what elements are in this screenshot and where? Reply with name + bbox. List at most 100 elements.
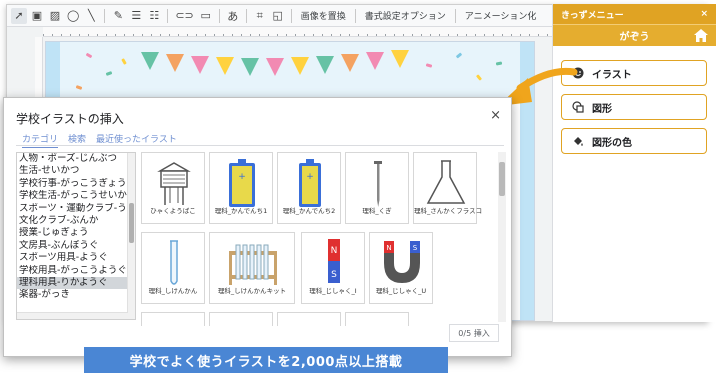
border-weight-icon[interactable]: ☰ xyxy=(128,8,144,24)
u-magnet-icon: N S xyxy=(384,241,420,283)
category-item[interactable]: 文房具-ぶんぼうぐ xyxy=(17,240,128,252)
illustration-card[interactable]: 理科_さんかくフラスコ xyxy=(413,152,482,224)
category-item[interactable]: 学校行事-がっこうぎょうじ xyxy=(17,178,128,190)
toolbar-divider xyxy=(290,8,292,23)
illustration-card[interactable]: 理科_しけんかん xyxy=(141,232,205,304)
link-icon[interactable]: ⊂⊃ xyxy=(173,8,195,24)
svg-text:S: S xyxy=(413,244,418,252)
pen-icon[interactable]: ✎ xyxy=(110,8,126,24)
illustration-card[interactable]: + 理科_かんでんち1 xyxy=(209,152,273,224)
side-panel-subtitle: がぞう xyxy=(619,32,650,43)
battery-icon: + xyxy=(299,159,321,207)
animate-button[interactable]: アニメーション化 xyxy=(461,9,541,22)
screenshot-root: ➚ ▣ ▨ ◯ ╲ ✎ ☰ ☷ ⊂⊃ ▭ あ ⌗ ◱ 画像を置換 書式設定オプシ… xyxy=(0,0,720,380)
category-item[interactable]: 文化クラブ-ぶんか xyxy=(17,215,128,227)
category-item[interactable]: スポーツ・運動クラブ-うん xyxy=(17,203,128,215)
illustration-grid: ひゃくようばこ + 理科_かんでんち1 + 理科_かんでんち2 理科_くぎ 理科… xyxy=(141,152,499,326)
illustration-label: 理科_くぎ xyxy=(362,207,392,215)
crop-icon[interactable]: ⌗ xyxy=(252,8,268,24)
category-item[interactable]: スポーツ用具-ようぐ xyxy=(17,252,128,264)
illustration-card[interactable] xyxy=(345,312,409,326)
category-hscrollbar[interactable] xyxy=(17,312,128,319)
format-options-button[interactable]: 書式設定オプション xyxy=(361,9,450,22)
svg-text:N: N xyxy=(386,244,391,252)
bunting-flag xyxy=(341,54,359,72)
bunting-flag xyxy=(241,58,259,76)
image-icon[interactable]: ▨ xyxy=(47,8,63,24)
category-item[interactable]: 学校用具-がっこうようぐ xyxy=(17,265,128,277)
category-list[interactable]: 人物・ポーズ-じんぶつ 生活-せいかつ 学校行事-がっこうぎょうじ 学校生活-が… xyxy=(16,152,136,320)
select-tool-icon[interactable]: ➚ xyxy=(11,7,27,24)
category-item[interactable]: 生活-せいかつ xyxy=(17,165,128,177)
illustration-label: 理科_じしゃく_U xyxy=(375,287,427,295)
weather-box-icon xyxy=(157,162,191,205)
illustration-card[interactable]: N S 理科_じしゃく_U xyxy=(369,232,433,304)
shapes-button[interactable]: 図形 xyxy=(561,94,707,120)
illustration-card[interactable]: N S 理科_じしゃく_I xyxy=(301,232,365,304)
bunting-flag xyxy=(166,54,184,72)
test-tube-icon xyxy=(170,240,178,285)
insert-illustration-dialog: 学校イラストの挿入 × カテゴリ 検索 最近使ったイラスト 人物・ポーズ-じんぶ… xyxy=(3,97,512,357)
illustration-card[interactable]: + 理科_かんでんち2 xyxy=(277,152,341,224)
bunting-flag xyxy=(316,56,334,74)
line-icon[interactable]: ╲ xyxy=(83,8,99,24)
category-item[interactable]: 授業-じゅぎょう xyxy=(17,227,128,239)
bunting-flag xyxy=(141,52,159,70)
illustration-card[interactable]: ひゃくようばこ xyxy=(141,152,205,224)
border-dash-icon[interactable]: ☷ xyxy=(146,8,162,24)
toolbar-divider xyxy=(454,8,456,23)
illustration-card[interactable] xyxy=(209,312,273,326)
bunting-flag xyxy=(191,56,209,74)
toolbar-divider xyxy=(245,8,247,23)
flask-icon xyxy=(426,160,466,204)
illustration-scrollbar[interactable] xyxy=(498,152,506,322)
illustration-label: 理科_しけんかん xyxy=(148,287,198,295)
dialog-title: 学校イラストの挿入 xyxy=(16,112,124,126)
insert-button[interactable]: 0/5 挿入 xyxy=(449,324,499,342)
illustration-label: 理科_かんでんち2 xyxy=(282,207,336,215)
replace-image-menu[interactable]: 画像を置換 xyxy=(297,9,350,22)
text-style-button[interactable]: あ xyxy=(225,8,241,24)
test-tube-rack-icon xyxy=(229,244,277,285)
illustration-button[interactable]: イラスト xyxy=(561,60,707,86)
illustration-label: 理科_じしゃく_I xyxy=(309,287,357,295)
comment-icon[interactable]: ▭ xyxy=(198,8,214,24)
close-icon[interactable]: × xyxy=(490,108,501,123)
toolbar-divider xyxy=(104,8,106,23)
illustration-card[interactable] xyxy=(277,312,341,326)
illustration-label: 理科_しけんかんキット xyxy=(217,287,287,295)
slide-header-decoration xyxy=(60,42,520,102)
illustration-button-label: イラスト xyxy=(592,69,632,81)
svg-text:N: N xyxy=(331,246,338,256)
illustration-card[interactable]: 理科_しけんかんキット xyxy=(209,232,295,304)
category-item[interactable]: 学校生活-がっこうせいかつ xyxy=(17,190,128,202)
illustration-card[interactable]: 理科_くぎ xyxy=(345,152,409,224)
kids-menu-panel: きっずメニュー × がぞう イラスト 図形 図形の色 xyxy=(552,4,716,322)
close-icon[interactable]: × xyxy=(700,9,708,19)
shape-icon[interactable]: ◯ xyxy=(65,8,81,24)
toolbar-divider xyxy=(218,8,220,23)
horizontal-ruler xyxy=(43,27,552,37)
shape-color-button[interactable]: 図形の色 xyxy=(561,128,707,154)
mask-icon[interactable]: ◱ xyxy=(270,8,286,24)
side-panel-header: きっずメニュー × xyxy=(553,4,716,24)
illustration-label: ひゃくようばこ xyxy=(150,207,196,215)
category-item[interactable]: 人物・ポーズ-じんぶつ xyxy=(17,153,128,165)
scrollbar-thumb[interactable] xyxy=(129,203,134,243)
category-item-selected[interactable]: 理科用具-りかようぐ xyxy=(17,276,128,290)
category-item[interactable]: 楽器-がっき xyxy=(17,289,128,301)
toolbar: ➚ ▣ ▨ ◯ ╲ ✎ ☰ ☷ ⊂⊃ ▭ あ ⌗ ◱ 画像を置換 書式設定オプシ… xyxy=(7,5,552,27)
category-scrollbar[interactable] xyxy=(127,153,135,319)
home-icon[interactable] xyxy=(694,29,708,42)
svg-text:+: + xyxy=(306,172,314,182)
bunting-flag xyxy=(391,50,409,68)
side-panel-subheader: がぞう xyxy=(553,24,716,46)
illustration-card[interactable] xyxy=(141,312,205,326)
scrollbar-thumb[interactable] xyxy=(499,162,505,196)
side-panel-title: きっずメニュー xyxy=(561,10,624,21)
battery-icon: + xyxy=(229,159,255,207)
promo-banner: 学校でよく使うイラストを2,000点以上搭載 xyxy=(84,347,448,373)
shape-color-button-label: 図形の色 xyxy=(592,137,632,149)
svg-text:+: + xyxy=(238,172,246,182)
text-box-icon[interactable]: ▣ xyxy=(29,8,45,24)
